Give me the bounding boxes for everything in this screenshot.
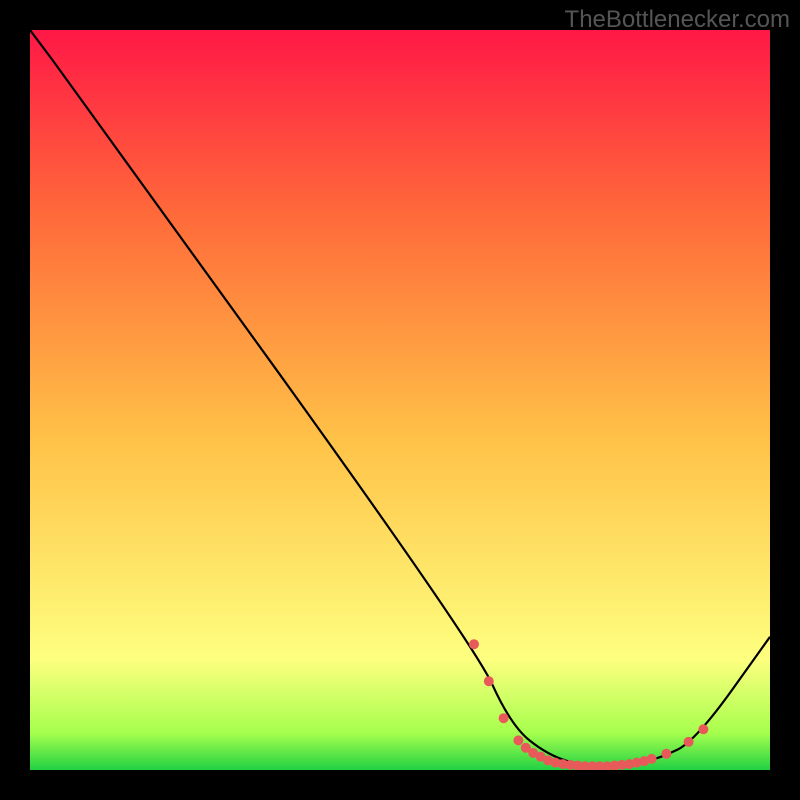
data-point bbox=[513, 735, 523, 745]
data-point bbox=[684, 737, 694, 747]
data-point bbox=[647, 754, 657, 764]
data-point bbox=[698, 724, 708, 734]
data-point bbox=[661, 749, 671, 759]
chart-svg bbox=[30, 30, 770, 770]
data-point bbox=[469, 639, 479, 649]
data-point bbox=[484, 676, 494, 686]
attribution-text: TheBottlenecker.com bbox=[565, 6, 790, 34]
data-point bbox=[499, 713, 509, 723]
gradient-bg bbox=[30, 30, 770, 770]
bottleneck-chart bbox=[30, 30, 770, 770]
